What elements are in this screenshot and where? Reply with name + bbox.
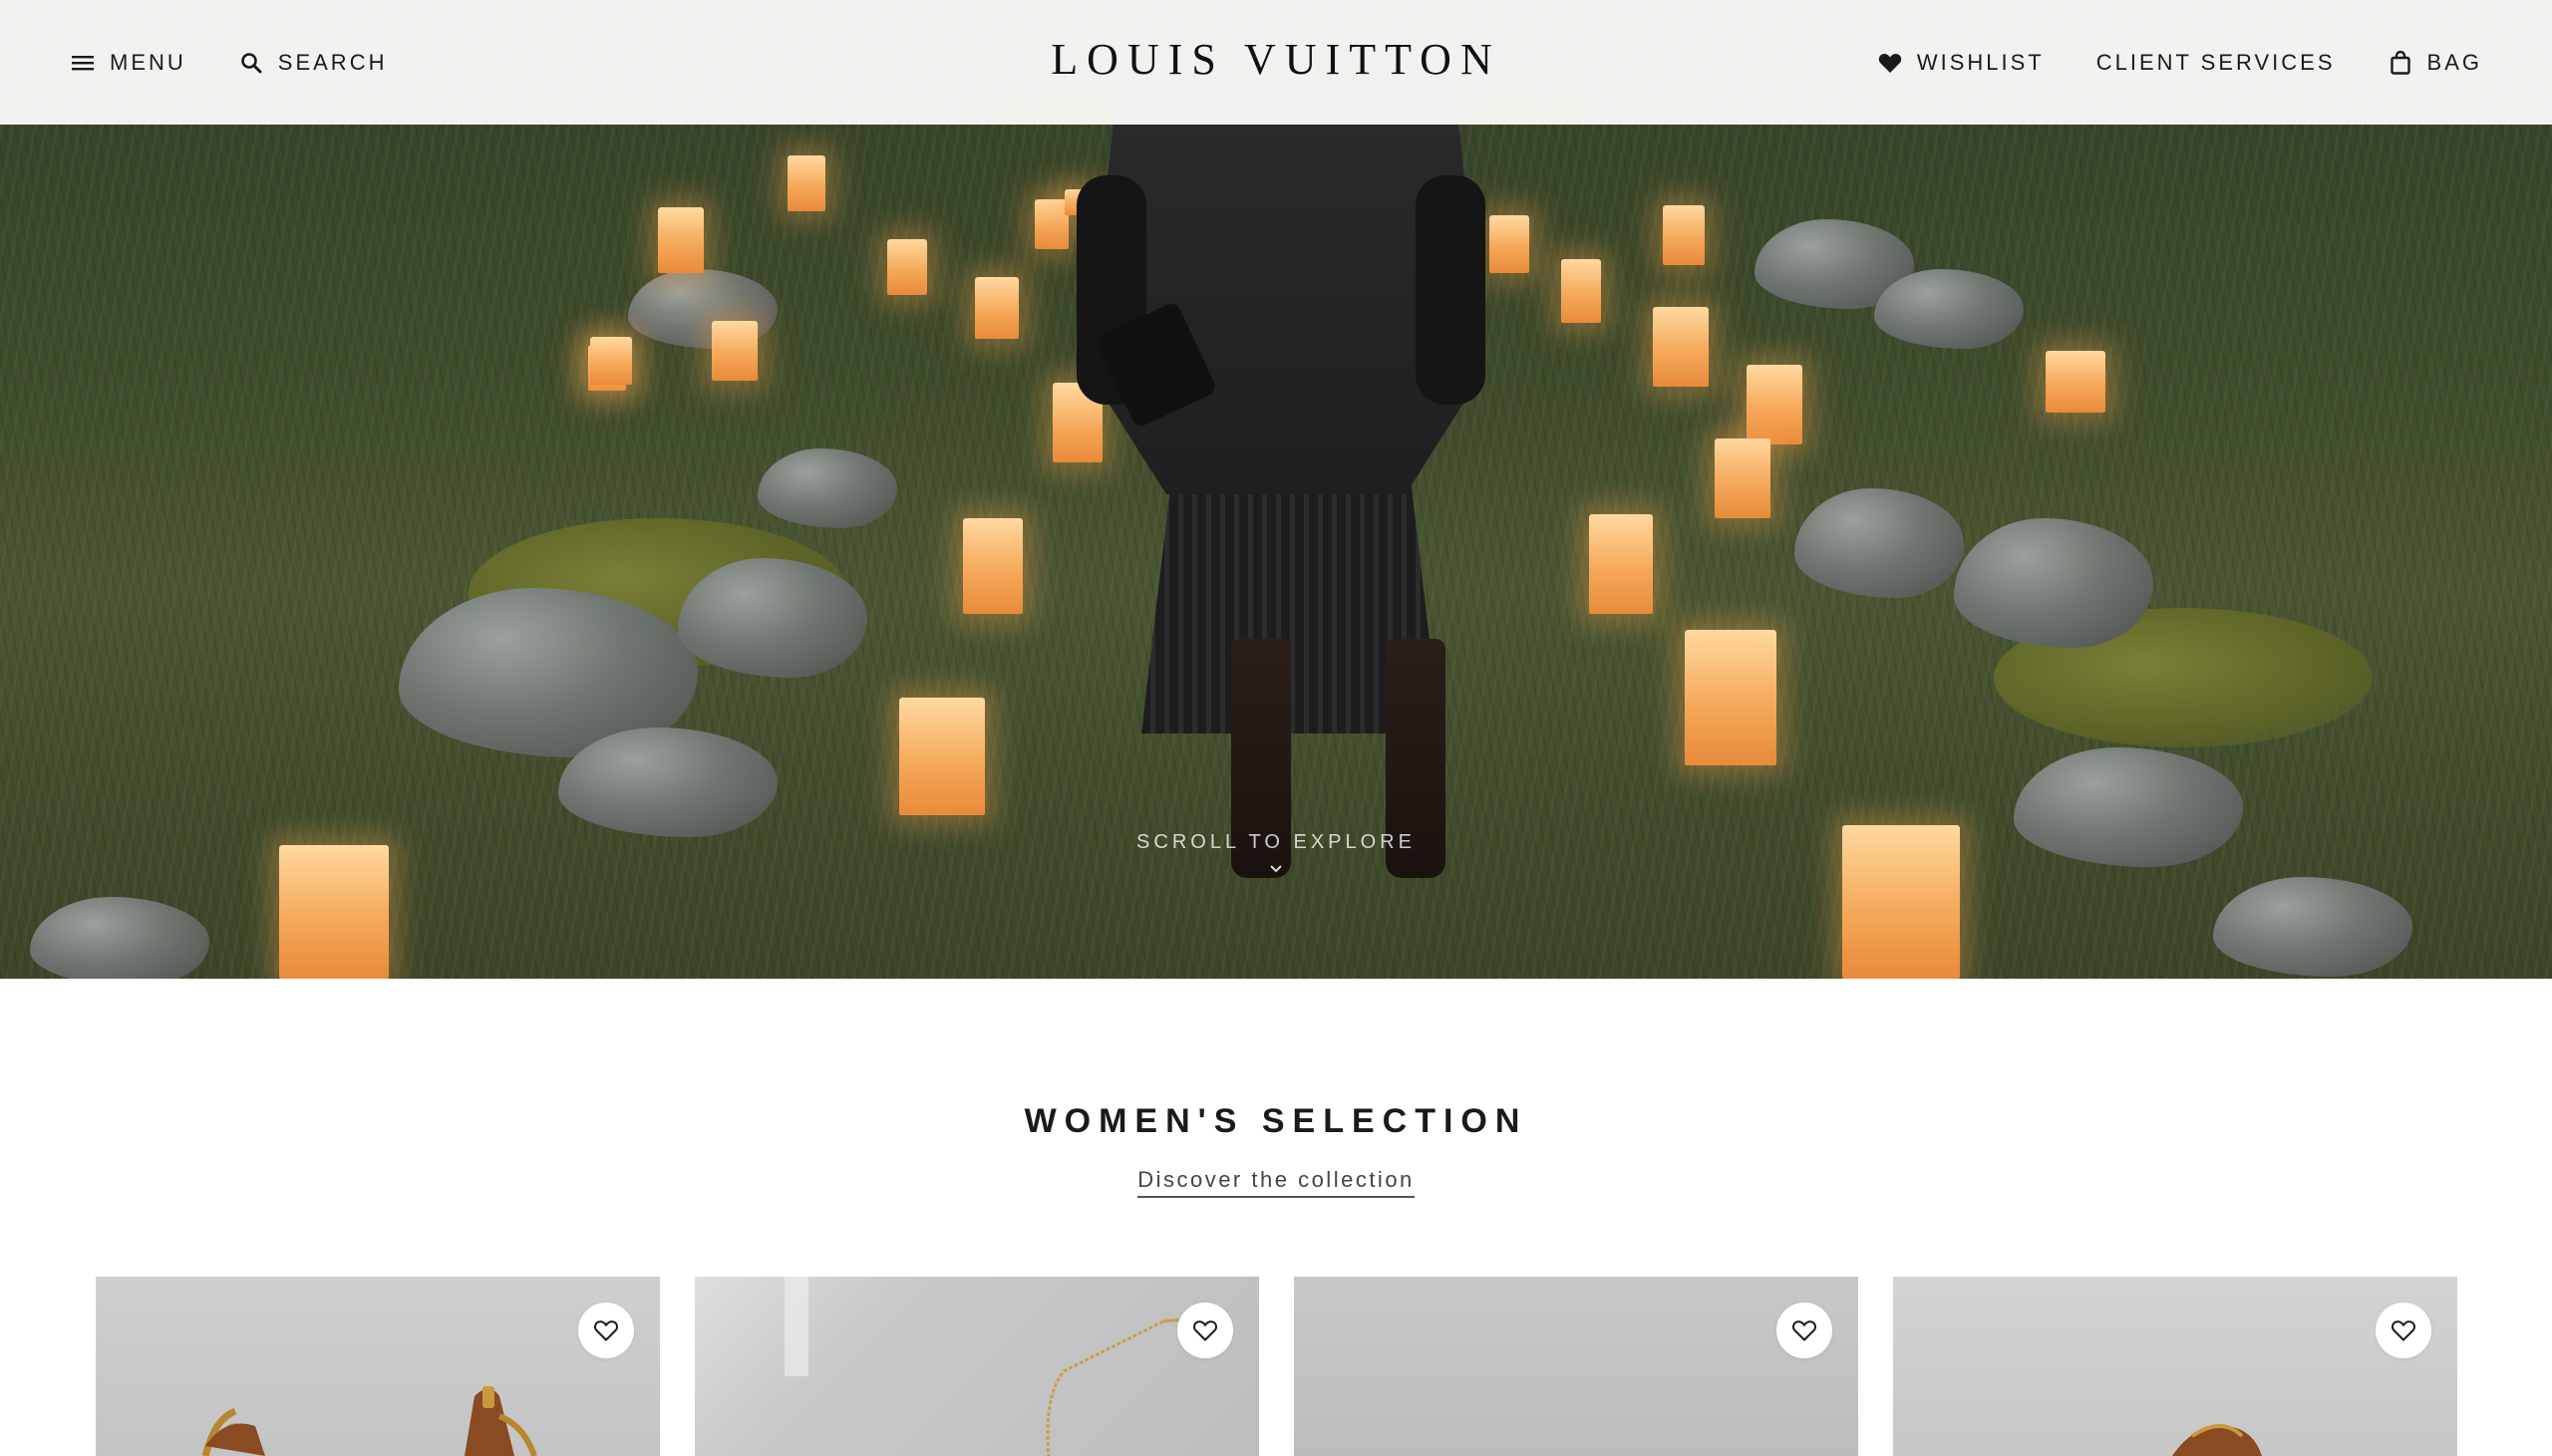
search-icon [238, 50, 264, 76]
add-to-wishlist-button[interactable] [578, 1303, 634, 1358]
paper-lantern [1715, 438, 1770, 518]
add-to-wishlist-button[interactable] [1776, 1303, 1832, 1358]
wishlist-label: WISHLIST [1916, 49, 2045, 75]
search-button[interactable]: SEARCH [238, 50, 388, 76]
menu-label: MENU [110, 49, 186, 75]
rock [758, 448, 897, 528]
paper-lantern [658, 207, 704, 273]
heart-outline-icon [2392, 1320, 2415, 1341]
paper-lantern [590, 337, 632, 385]
glove [1416, 175, 1485, 405]
product-card[interactable] [1294, 1277, 1858, 1456]
paper-lantern [1489, 215, 1529, 273]
paper-lantern [1747, 365, 1802, 444]
shopping-bag-icon [2388, 50, 2413, 76]
rock [1794, 488, 1964, 598]
hero-banner: SCROLL TO EXPLORE [0, 0, 2552, 979]
rock [678, 558, 867, 678]
discover-collection-link[interactable]: Discover the collection [1137, 1167, 1415, 1198]
paper-lantern [1035, 199, 1069, 249]
paper-lantern [899, 698, 985, 815]
bag-link[interactable]: BAG [2388, 50, 2482, 76]
paper-lantern [1663, 205, 1705, 265]
paper-lantern [887, 239, 927, 295]
product-grid [96, 1277, 2457, 1456]
paper-lantern [1653, 307, 1709, 387]
rock [1874, 269, 2024, 349]
chevron-down-icon [1270, 865, 1282, 873]
necklace-image [785, 1277, 1200, 1456]
paper-lantern [1561, 259, 1601, 323]
header-right: WISHLIST CLIENT SERVICES BAG [1877, 50, 2482, 76]
heart-filled-icon [1877, 50, 1903, 76]
scroll-hint[interactable]: SCROLL TO EXPLORE [0, 831, 2552, 876]
rock [558, 728, 778, 837]
paper-lantern [2046, 351, 2105, 413]
scroll-to-explore-text: SCROLL TO EXPLORE [1136, 831, 1416, 853]
site-header: MENU SEARCH WISHLIST CLIENT SERVICES BAG [0, 0, 2552, 125]
hamburger-menu-icon [70, 50, 96, 76]
client-services-link[interactable]: CLIENT SERVICES [2096, 50, 2336, 76]
discover-link-wrap: Discover the collection [0, 1167, 2552, 1198]
heart-outline-icon [1193, 1320, 1217, 1341]
menu-button[interactable]: MENU [70, 50, 186, 76]
add-to-wishlist-button[interactable] [2376, 1303, 2431, 1358]
wishlist-link[interactable]: WISHLIST [1877, 50, 2045, 76]
header-left: MENU SEARCH [70, 50, 387, 76]
paper-lantern [1589, 514, 1653, 614]
add-to-wishlist-button[interactable] [1177, 1303, 1233, 1358]
paper-lantern [975, 277, 1019, 339]
paper-lantern [963, 518, 1023, 614]
product-card[interactable] [1893, 1277, 2457, 1456]
leather-bag-image [2172, 1424, 2262, 1456]
product-card[interactable] [96, 1277, 660, 1456]
paper-lantern [788, 155, 825, 211]
paper-lantern [1685, 630, 1776, 765]
paper-lantern [712, 321, 758, 381]
search-label: SEARCH [277, 49, 388, 75]
section-title: WOMEN'S SELECTION [1024, 1102, 1528, 1140]
handbag-image [201, 1386, 537, 1456]
client-services-label: CLIENT SERVICES [2095, 49, 2336, 75]
model-figure [1077, 76, 1485, 878]
rock [1954, 518, 2153, 648]
heart-outline-icon [594, 1320, 618, 1341]
heart-outline-icon [1792, 1320, 1816, 1341]
bag-label: BAG [2426, 49, 2482, 75]
product-card[interactable] [695, 1277, 1259, 1456]
rock [2213, 877, 2412, 977]
